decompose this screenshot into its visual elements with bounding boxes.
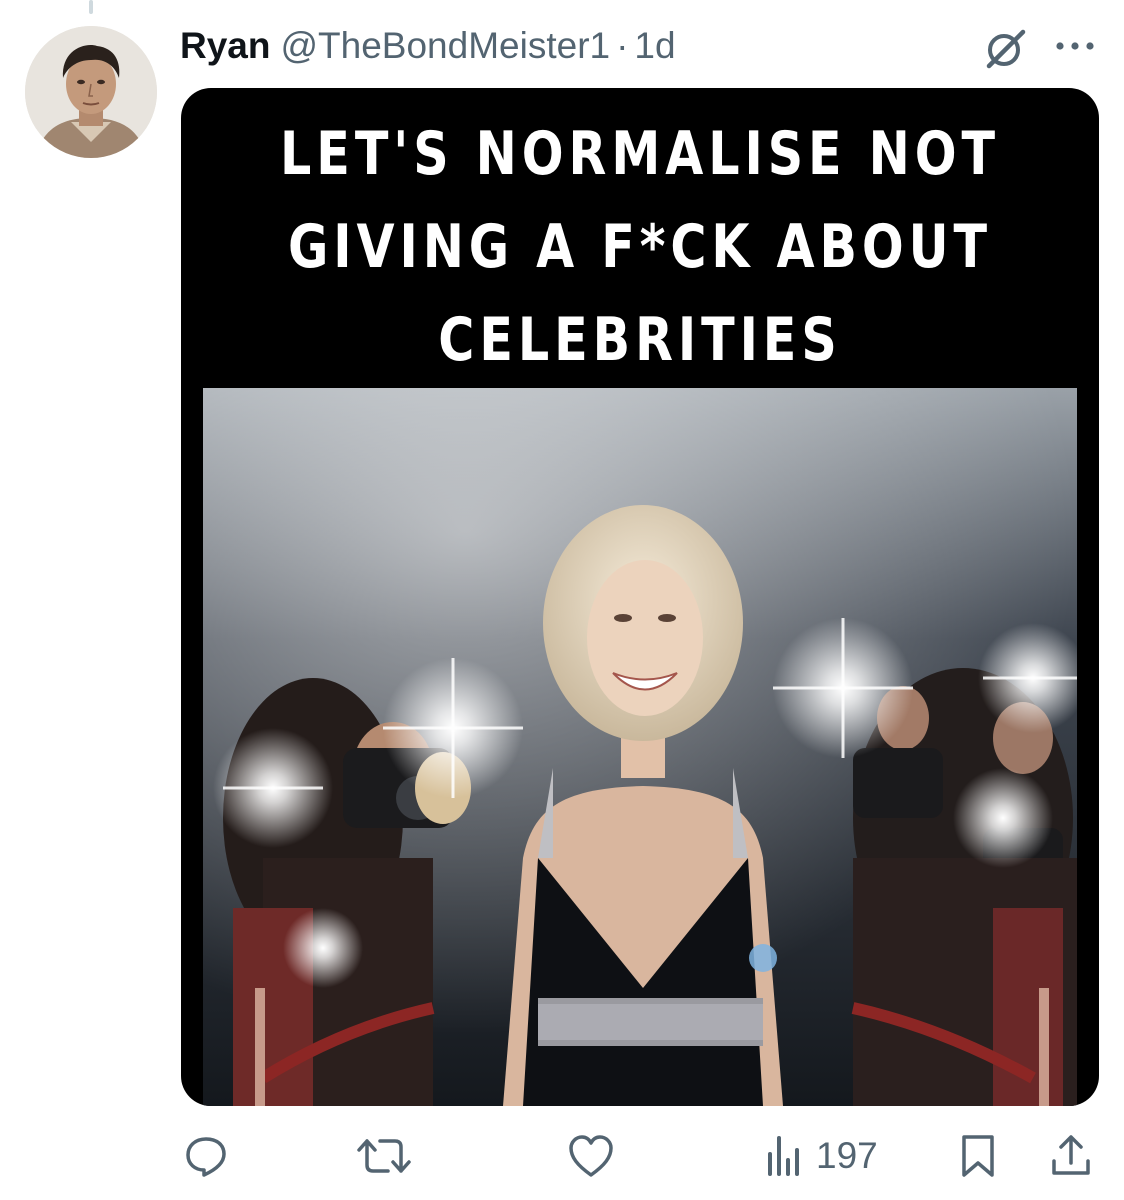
timestamp[interactable]: 1d (634, 24, 675, 68)
bookmark-button[interactable] (958, 1126, 998, 1186)
meme-caption-line: GIVING A F*CK ABOUT (287, 212, 993, 282)
tweet-media-image[interactable]: LET'S NORMALISE NOT GIVING A F*CK ABOUT … (181, 88, 1099, 1106)
views-icon (768, 1136, 799, 1176)
views-button[interactable]: 197 (764, 1126, 878, 1186)
more-options-icon[interactable] (1052, 38, 1098, 54)
tweet-actions-bar: 197 (0, 1126, 1124, 1186)
red-carpet-photo (203, 388, 1077, 1106)
reply-icon (186, 1137, 226, 1177)
display-name[interactable]: Ryan (180, 24, 270, 68)
separator-dot: · (616, 25, 629, 66)
meme-caption-line: CELEBRITIES (438, 305, 842, 375)
heart-icon (569, 1135, 613, 1177)
meme-caption-line: LET'S NORMALISE NOT (280, 119, 1000, 189)
like-button[interactable] (567, 1126, 615, 1186)
avatar[interactable] (25, 26, 157, 158)
user-handle[interactable]: @TheBondMeister1 (280, 24, 610, 68)
reply-button[interactable] (183, 1126, 229, 1186)
thread-connector-line (89, 0, 93, 14)
share-icon (1052, 1135, 1090, 1175)
views-count: 197 (816, 1135, 878, 1176)
bookmark-icon (962, 1135, 994, 1177)
share-button[interactable] (1050, 1126, 1092, 1186)
meme-caption: LET'S NORMALISE NOT GIVING A F*CK ABOUT … (264, 108, 1017, 387)
retweet-icon (357, 1139, 411, 1173)
grok-icon[interactable] (983, 27, 1027, 71)
tweet-header: Ryan @TheBondMeister1 · 1d (180, 24, 676, 68)
retweet-button[interactable] (355, 1126, 413, 1186)
